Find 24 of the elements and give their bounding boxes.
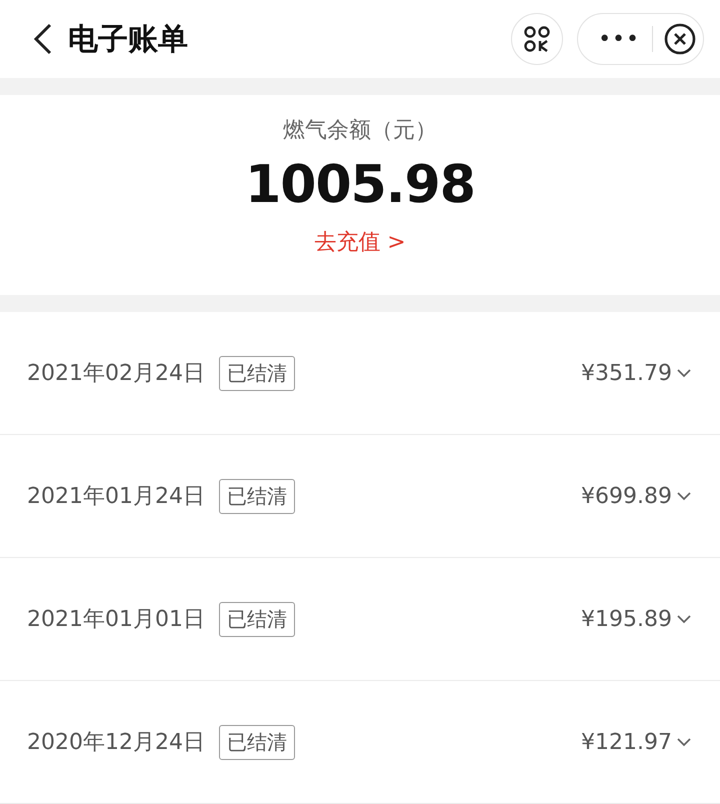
bill-date: 2021年02月24日 xyxy=(27,360,205,388)
page-title: 电子账单 xyxy=(68,20,189,58)
scan-icon xyxy=(523,25,552,53)
chevron-down-icon[interactable] xyxy=(676,737,692,747)
bill-amount: ¥195.89 xyxy=(581,606,672,632)
chevron-down-icon[interactable] xyxy=(676,368,692,378)
status-tag: 已结清 xyxy=(218,478,295,514)
status-tag: 已结清 xyxy=(218,602,295,636)
close-button[interactable] xyxy=(663,22,697,56)
status-tag: 已结清 xyxy=(218,356,295,390)
bill-date: 2021年01月01日 xyxy=(27,606,205,634)
bill-date: 2020年12月24日 xyxy=(27,729,205,757)
chevron-down-icon[interactable] xyxy=(676,614,692,624)
bill-amount: ¥351.79 xyxy=(581,360,672,386)
bill-amount: ¥121.97 xyxy=(581,730,672,754)
chevron-down-icon[interactable] xyxy=(676,491,692,501)
bill-date: 2021年01月24日 xyxy=(27,483,205,511)
balance-amount: 1005.98 xyxy=(245,155,475,215)
close-icon xyxy=(663,22,697,56)
bill-amount: ¥699.89 xyxy=(581,484,672,508)
recharge-link[interactable]: 去充值 > xyxy=(314,227,406,257)
back-icon[interactable] xyxy=(32,22,54,56)
balance-label: 燃气余额（元） xyxy=(283,117,437,145)
status-tag: 已结清 xyxy=(218,724,295,760)
